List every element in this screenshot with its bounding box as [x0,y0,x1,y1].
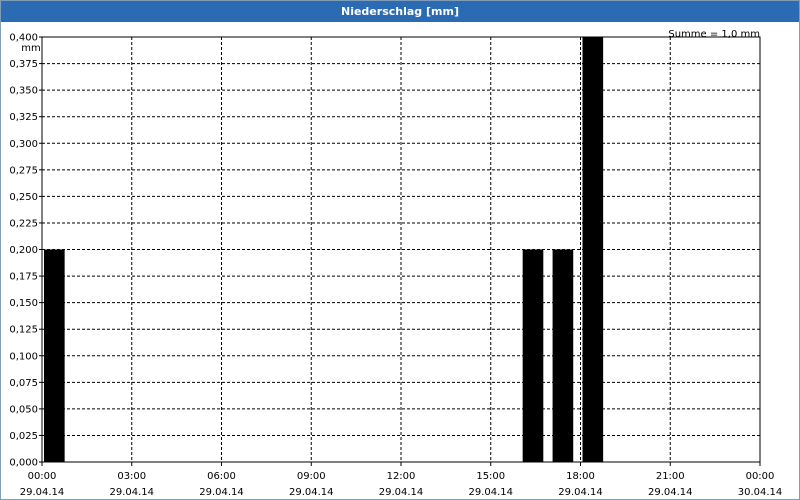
y-tick-label: 0,150 [9,298,38,309]
y-tick-label: 0,375 [9,59,38,70]
x-tick-date-label: 29.04.14 [289,487,334,498]
x-tick-date-label: 30.04.14 [738,487,783,498]
x-tick-time-label: 00:00 [746,471,775,482]
x-tick-date-label: 29.04.14 [20,487,65,498]
y-tick-label: 0,325 [9,112,38,123]
y-tick-label: 0,275 [9,165,38,176]
x-tick-date-label: 29.04.14 [379,487,424,498]
precipitation-chart: 0,000 0,025 0,050 0,075 0,100 0,125 0,150 0,175… [9,29,783,498]
y-tick-label: 0,225 [9,218,38,229]
y-tick-label: 0,250 [9,192,38,203]
y-tick-label: 0,300 [9,139,38,150]
bar [552,249,574,462]
chart-window: Niederschlag [mm] 0,000 0,025 0,050 0,075 0,… [0,0,800,500]
x-tick-time-label: 06:00 [207,471,236,482]
sum-label: Summe = 1,0 mm [668,29,760,40]
x-tick-date-label: 29.04.14 [199,487,244,498]
x-tick-date-label: 29.04.14 [109,487,154,498]
x-tick-time-label: 18:00 [566,471,595,482]
y-tick-label: 0,050 [9,404,38,415]
x-tick-time-label: 03:00 [117,471,146,482]
x-tick-time-label: 12:00 [387,471,416,482]
y-axis-unit-label: mm [21,43,40,54]
bar [522,249,544,462]
x-tick-time-label: 21:00 [656,471,685,482]
y-tick-label: 0,125 [9,325,38,336]
x-tick-date-label: 29.04.14 [558,487,603,498]
x-tick-time-label: 09:00 [297,471,326,482]
x-tick-date-label: 29.04.14 [648,487,693,498]
y-tick-label: 0,175 [9,272,38,283]
x-tick-time-label: 15:00 [476,471,505,482]
bar [44,249,65,462]
x-tick-date-label: 29.04.14 [468,487,513,498]
x-tick-time-label: 00:00 [28,471,57,482]
y-tick-label: 0,100 [9,351,38,362]
y-tick-label: 0,350 [9,86,38,97]
y-tick-label: 0,025 [9,431,38,442]
y-tick-label: 0,200 [9,245,38,256]
y-tick-label: 0,400 [9,33,38,44]
bar [582,37,604,462]
y-tick-label: 0,075 [9,378,38,389]
y-tick-label: 0,000 [9,458,38,469]
